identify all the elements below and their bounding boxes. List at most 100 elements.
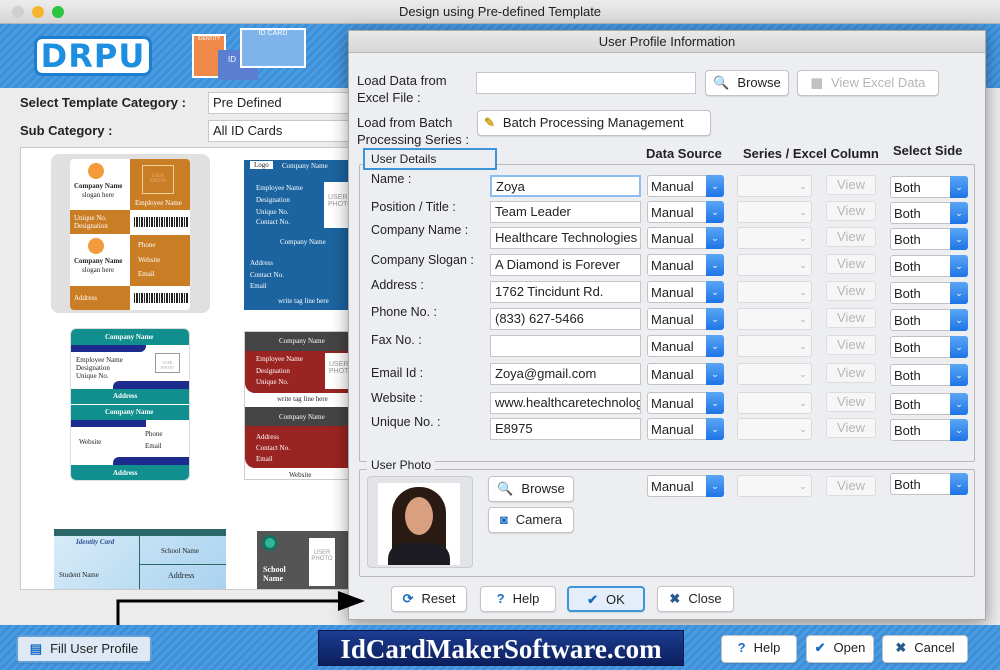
close-button[interactable]: ✖ Close	[657, 586, 734, 612]
series-column-select[interactable]: ⌄	[737, 363, 812, 385]
zoom-window-button[interactable]	[52, 6, 64, 18]
chevron-down-icon: ⌄	[706, 227, 724, 249]
field-input[interactable]: Healthcare Technologies	[490, 227, 641, 249]
camera-button[interactable]: ◙ Camera	[488, 507, 574, 533]
data-source-value: Manual	[651, 339, 694, 354]
minimize-window-button[interactable]	[32, 6, 44, 18]
view-button[interactable]: View	[826, 392, 876, 412]
data-source-value: Manual	[651, 179, 694, 194]
open-button[interactable]: ✔ Open	[806, 635, 874, 663]
chevron-down-icon: ⌄	[706, 392, 724, 414]
series-column-select[interactable]: ⌄	[737, 175, 812, 197]
chevron-down-icon: ⌄	[706, 281, 724, 303]
excel-browse-button[interactable]: 🔍 Browse	[705, 70, 789, 96]
template-category-select[interactable]: Pre Defined	[208, 92, 358, 114]
view-excel-data-button[interactable]: ▦ View Excel Data	[797, 70, 939, 96]
template-5[interactable]: Identity Card School Name Student Name A…	[54, 529, 226, 589]
field-input[interactable]: A Diamond is Forever	[490, 254, 641, 276]
field-input[interactable]: Zoya@gmail.com	[490, 363, 641, 385]
select-side-select[interactable]: Both ⌄	[890, 176, 968, 198]
t3-photo: USER PHOTO	[155, 353, 180, 373]
data-source-select[interactable]: Manual ⌄	[647, 308, 724, 330]
data-source-select[interactable]: Manual ⌄	[647, 363, 724, 385]
select-side-select[interactable]: Both ⌄	[890, 309, 968, 331]
t1-address: Address	[74, 294, 97, 302]
select-side-select[interactable]: Both ⌄	[890, 202, 968, 224]
select-side-select[interactable]: Both ⌄	[890, 255, 968, 277]
help-button[interactable]: ? Help	[480, 586, 556, 612]
template-1[interactable]: Company Name slogan here USER PHOTO Empl…	[70, 159, 190, 310]
sub-category-select[interactable]: All ID Cards	[208, 120, 358, 142]
close-window-button[interactable]	[12, 6, 24, 18]
template-3[interactable]: Company Name Employee Name Designation U…	[70, 328, 190, 481]
field-input[interactable]: www.healthcaretechnologies.com	[490, 392, 641, 414]
data-source-select[interactable]: Manual ⌄	[647, 392, 724, 414]
t3-phone: Phone	[145, 430, 163, 438]
reset-button[interactable]: ⟳ Reset	[391, 586, 467, 612]
select-side-select[interactable]: Both ⌄	[890, 228, 968, 250]
t2-company: Company Name	[282, 162, 328, 170]
view-button[interactable]: View	[826, 175, 876, 195]
refresh-icon: ⟳	[402, 591, 414, 606]
t4-website: Website	[289, 471, 312, 479]
photo-side-select[interactable]: Both ⌄	[890, 473, 968, 495]
series-column-select[interactable]: ⌄	[737, 201, 812, 223]
photo-view-button[interactable]: View	[826, 476, 876, 496]
series-column-select[interactable]: ⌄	[737, 308, 812, 330]
view-button[interactable]: View	[826, 201, 876, 221]
batch-processing-button[interactable]: ✎ Batch Processing Management	[477, 110, 711, 136]
data-source-select[interactable]: Manual ⌄	[647, 227, 724, 249]
t4-tagline: write tag line here	[277, 395, 328, 403]
field-input[interactable]: E8975	[490, 418, 641, 440]
select-side-select[interactable]: Both ⌄	[890, 419, 968, 441]
view-button[interactable]: View	[826, 308, 876, 328]
photo-data-source-select[interactable]: Manual ⌄	[647, 475, 724, 497]
camera-label: Camera	[515, 512, 563, 527]
data-source-select[interactable]: Manual ⌄	[647, 418, 724, 440]
photo-series-select[interactable]: ⌄	[737, 475, 812, 497]
reset-label: Reset	[421, 591, 456, 606]
field-input[interactable]: (833) 627-5466	[490, 308, 641, 330]
data-source-select[interactable]: Manual ⌄	[647, 281, 724, 303]
series-column-select[interactable]: ⌄	[737, 254, 812, 276]
select-side-select[interactable]: Both ⌄	[890, 364, 968, 386]
field-input[interactable]: Zoya	[490, 175, 641, 197]
fill-user-profile-button[interactable]: ▤ Fill User Profile	[16, 635, 152, 663]
view-button[interactable]: View	[826, 418, 876, 438]
data-source-select[interactable]: Manual ⌄	[647, 201, 724, 223]
select-side-select[interactable]: Both ⌄	[890, 282, 968, 304]
t4-address: Address	[256, 433, 279, 441]
view-button[interactable]: View	[826, 363, 876, 383]
field-input[interactable]	[490, 335, 641, 357]
template-6[interactable]: School Name USER PHOTO	[257, 531, 349, 589]
template-2[interactable]: Logo Company Name Employee Name Designat…	[244, 160, 349, 310]
select-side-select[interactable]: Both ⌄	[890, 336, 968, 358]
data-source-select[interactable]: Manual ⌄	[647, 175, 724, 197]
view-button[interactable]: View	[826, 281, 876, 301]
field-input[interactable]: Team Leader	[490, 201, 641, 223]
series-column-select[interactable]: ⌄	[737, 392, 812, 414]
series-column-select[interactable]: ⌄	[737, 418, 812, 440]
chevron-down-icon: ⌄	[799, 207, 807, 217]
series-column-select[interactable]: ⌄	[737, 335, 812, 357]
view-button[interactable]: View	[826, 227, 876, 247]
t2-logo: Logo	[250, 161, 273, 169]
excel-file-input[interactable]	[476, 72, 696, 94]
data-source-select[interactable]: Manual ⌄	[647, 254, 724, 276]
ok-button[interactable]: ✔ OK	[567, 586, 645, 612]
select-side-select[interactable]: Both ⌄	[890, 393, 968, 415]
view-button[interactable]: View	[826, 254, 876, 274]
main-help-button[interactable]: ? Help	[721, 635, 797, 663]
t4-company-back: Company Name	[279, 413, 325, 421]
barcode	[134, 293, 188, 303]
series-column-select[interactable]: ⌄	[737, 227, 812, 249]
template-4[interactable]: Company Name Employee Name Designation U…	[244, 331, 349, 480]
field-input[interactable]: 1762 Tincidunt Rd.	[490, 281, 641, 303]
cancel-button[interactable]: ✖ Cancel	[882, 635, 968, 663]
t4-unique: Unique No.	[256, 378, 289, 386]
data-source-select[interactable]: Manual ⌄	[647, 335, 724, 357]
view-button[interactable]: View	[826, 335, 876, 355]
series-column-select[interactable]: ⌄	[737, 281, 812, 303]
photo-browse-button[interactable]: 🔍 Browse	[488, 476, 574, 502]
user-photo-frame[interactable]	[367, 476, 473, 568]
